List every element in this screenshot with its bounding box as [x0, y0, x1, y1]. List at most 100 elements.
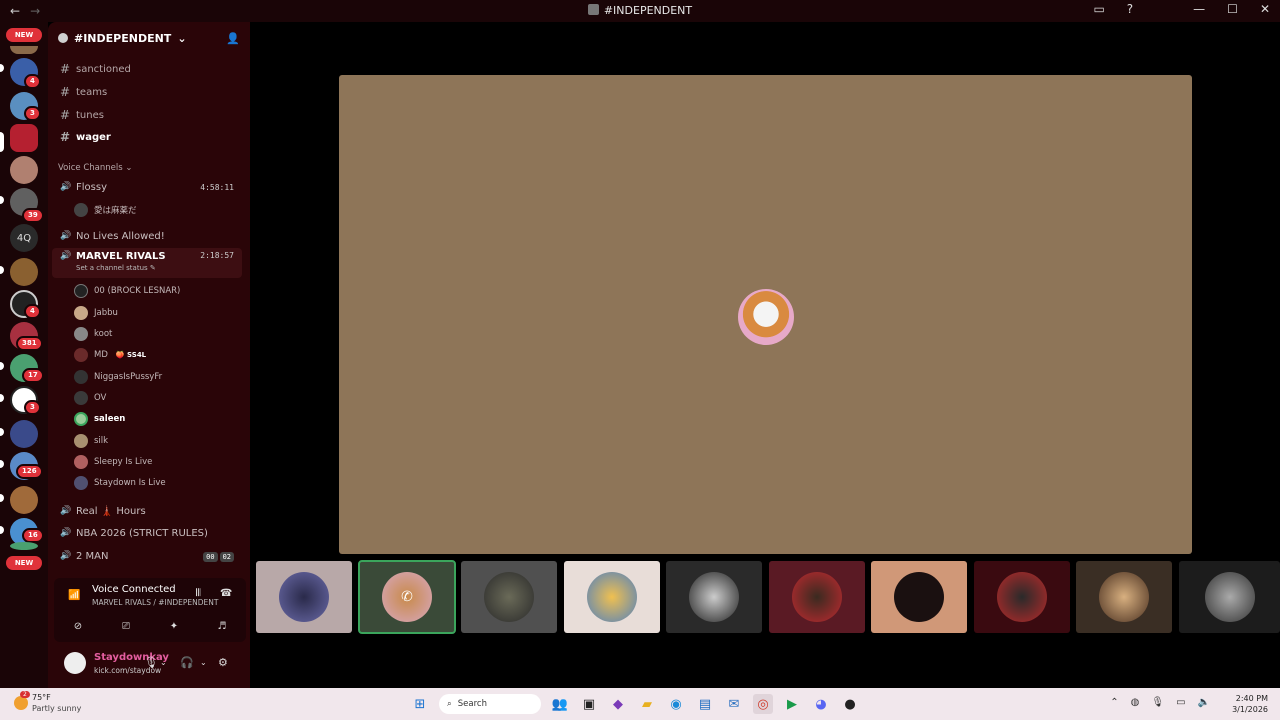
- voice-channel-2-man[interactable]: 🔊 2 MAN 00 02: [52, 545, 242, 567]
- new-badge-bottom[interactable]: NEW: [6, 556, 42, 570]
- server-icon[interactable]: [10, 420, 38, 448]
- new-badge-top[interactable]: NEW: [6, 28, 42, 42]
- avatar: [74, 203, 88, 217]
- voice-member[interactable]: MD 🍑 SS4L: [74, 345, 146, 365]
- signal-icon[interactable]: 📶: [68, 590, 80, 601]
- chevron-down-icon[interactable]: ⌄: [200, 658, 207, 667]
- avatar: [74, 370, 88, 384]
- voice-channel-no-lives[interactable]: 🔊 No Lives Allowed!: [52, 225, 242, 247]
- close-button[interactable]: ✕: [1260, 2, 1270, 16]
- gear-icon[interactable]: ⚙: [218, 656, 228, 669]
- avatar: [792, 572, 842, 622]
- voice-channel-marvel-rivals[interactable]: 🔊 MARVEL RIVALS 2:18:57 Set a channel st…: [52, 248, 242, 278]
- participant-tile[interactable]: [564, 561, 660, 633]
- participant-tile-speaking[interactable]: ✆: [358, 560, 456, 634]
- participant-tile[interactable]: [256, 561, 352, 633]
- voice-member[interactable]: NiggasIsPussyFr: [74, 367, 162, 387]
- start-button[interactable]: ⊞: [410, 694, 430, 714]
- server-icon[interactable]: [10, 258, 38, 286]
- add-user-icon[interactable]: 👤: [226, 32, 240, 45]
- avatar: [74, 348, 88, 362]
- channel-wager[interactable]: # wager: [52, 126, 242, 148]
- chevron-down-icon[interactable]: ⌄: [160, 658, 167, 667]
- store-icon[interactable]: ▤: [695, 694, 715, 714]
- edge-icon[interactable]: ◉: [666, 694, 686, 714]
- participant-tile[interactable]: [461, 561, 557, 633]
- microphone-icon[interactable]: 🎙: [144, 656, 158, 669]
- clock[interactable]: 2:40 PM 3/1/2026: [1232, 693, 1268, 715]
- voice-member[interactable]: koot: [74, 324, 112, 344]
- channel-sanctioned[interactable]: # sanctioned: [52, 58, 242, 80]
- unread-pip: [0, 362, 4, 370]
- windows-taskbar: 2 75°F Partly sunny ⊞ ⌕ Search 👥 ▣ ◆ ▰ ◉ …: [0, 688, 1280, 720]
- soundboard-icon[interactable]: 𝄃𝄃: [196, 588, 200, 599]
- people-icon[interactable]: 👥: [550, 694, 570, 714]
- channel-tunes[interactable]: # tunes: [52, 104, 242, 126]
- channel-status[interactable]: Set a channel status ✎: [76, 264, 156, 272]
- chevron-up-icon[interactable]: ⌃: [1110, 697, 1118, 708]
- help-icon[interactable]: ?: [1127, 2, 1133, 16]
- voice-member[interactable]: Staydown Is Live: [74, 473, 166, 493]
- avatar: [74, 412, 88, 426]
- volume-icon[interactable]: 🔈: [1198, 697, 1210, 708]
- voice-channels-header[interactable]: Voice Channels ⌄: [58, 163, 132, 173]
- tray-app-icon[interactable]: ◍: [1131, 697, 1140, 708]
- app-icon[interactable]: ●: [840, 694, 860, 714]
- mention-badge: 3: [24, 106, 41, 121]
- voice-member[interactable]: silk: [74, 431, 108, 451]
- voice-channel-nba-2026[interactable]: 🔊 NBA 2026 (STRICT RULES): [52, 522, 242, 544]
- maximize-button[interactable]: ☐: [1227, 2, 1238, 16]
- discord-icon[interactable]: ◕: [811, 694, 831, 714]
- server-icon[interactable]: [10, 542, 38, 550]
- minimize-button[interactable]: —: [1193, 2, 1205, 16]
- channel-teams[interactable]: # teams: [52, 81, 242, 103]
- voice-member[interactable]: Jabbu: [74, 303, 118, 323]
- voice-channel-flossy[interactable]: 🔊 Flossy 4:58:11: [52, 176, 242, 198]
- app-icon[interactable]: ◆: [608, 694, 628, 714]
- headphones-icon[interactable]: 🎧: [180, 656, 194, 669]
- search-box[interactable]: ⌕ Search: [439, 694, 541, 714]
- disconnect-icon[interactable]: ☎: [220, 588, 232, 599]
- mention-badge: 4: [24, 74, 41, 89]
- server-icon[interactable]: [10, 486, 38, 514]
- outlook-icon[interactable]: ✉: [724, 694, 744, 714]
- display-icon[interactable]: ▭: [1176, 697, 1185, 708]
- server-icon[interactable]: [10, 46, 38, 54]
- speaker-icon: 🔊: [60, 551, 72, 561]
- server-4q[interactable]: 4Q: [10, 224, 38, 252]
- microphone-icon[interactable]: 🎙: [1151, 697, 1164, 708]
- task-view-icon[interactable]: ▣: [579, 694, 599, 714]
- weather-temp: 75°F: [32, 693, 51, 702]
- activities-button[interactable]: ✦: [156, 616, 192, 636]
- file-explorer-icon[interactable]: ▰: [637, 694, 657, 714]
- voice-member[interactable]: OV: [74, 388, 106, 408]
- avatar: [997, 572, 1047, 622]
- server-header[interactable]: #INDEPENDENT ⌄ 👤: [48, 22, 250, 54]
- participant-tile[interactable]: [974, 561, 1070, 633]
- server-icon[interactable]: [10, 124, 38, 152]
- participant-tile[interactable]: [666, 561, 762, 633]
- screen-share-button[interactable]: ⎚: [108, 616, 144, 636]
- app-icon[interactable]: ▶: [782, 694, 802, 714]
- server-icon[interactable]: [10, 156, 38, 184]
- inbox-icon[interactable]: ▭: [1093, 2, 1104, 16]
- participant-tile[interactable]: [1179, 561, 1280, 633]
- emoji-icon: 🗼: [100, 505, 114, 517]
- chrome-icon[interactable]: ◎: [753, 694, 773, 714]
- speaker-icon: 🔊: [60, 528, 72, 538]
- voice-member[interactable]: Sleepy Is Live: [74, 452, 152, 472]
- avatar[interactable]: [64, 652, 86, 674]
- voice-member[interactable]: 00 (BROCK LESNAR): [74, 281, 180, 301]
- participant-tile[interactable]: [871, 561, 967, 633]
- voice-status-subtitle[interactable]: MARVEL RIVALS / #INDEPENDENT: [92, 598, 218, 607]
- participant-tile[interactable]: [769, 561, 865, 633]
- camera-off-button[interactable]: ⊘: [60, 616, 96, 636]
- voice-channel-real-hours[interactable]: 🔊 Real 🗼 Hours: [52, 500, 242, 522]
- avatar: [74, 476, 88, 490]
- voice-status-title[interactable]: Voice Connected: [92, 584, 176, 595]
- voice-member[interactable]: saleen: [74, 409, 125, 429]
- soundboard-button[interactable]: ♬: [204, 616, 240, 636]
- voice-member[interactable]: 愛は麻薬だ: [74, 200, 137, 220]
- unread-pip: [0, 526, 4, 534]
- participant-tile[interactable]: [1076, 561, 1172, 633]
